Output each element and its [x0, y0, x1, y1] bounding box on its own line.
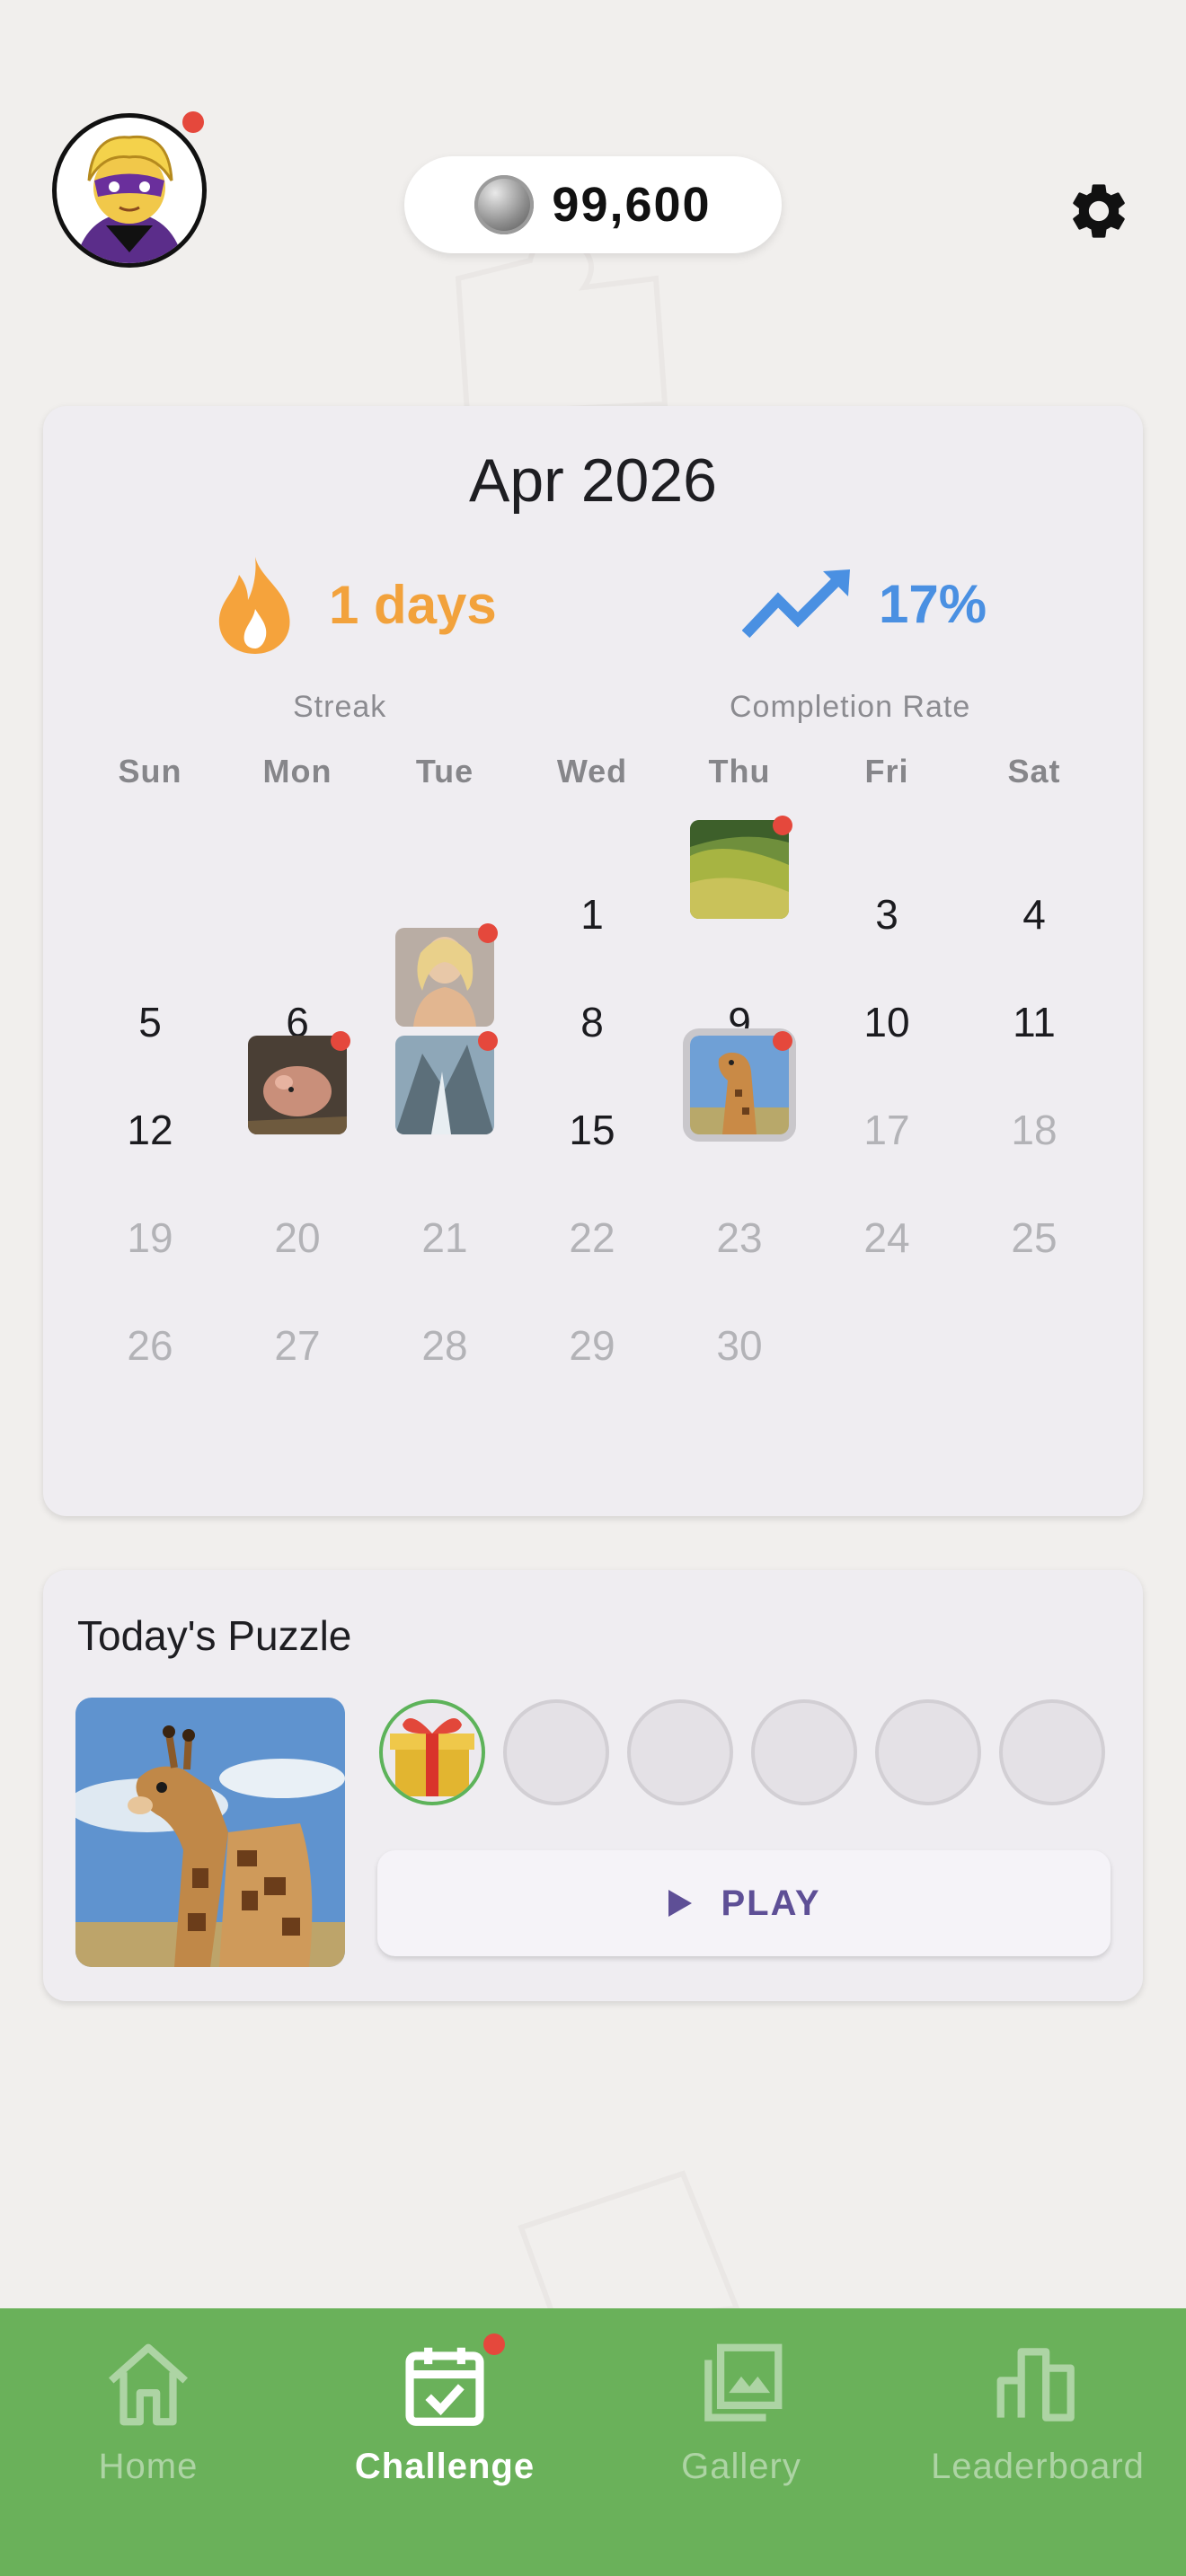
completed-badge — [478, 923, 498, 943]
calendar-day: 28 — [421, 1322, 468, 1369]
streak-stat: 1 days — [208, 553, 497, 656]
calendar-day: 17 — [863, 1107, 910, 1153]
calendar-day: 30 — [716, 1322, 763, 1369]
calendar-day: 18 — [1011, 1107, 1058, 1153]
streak-value: 1 days — [329, 574, 497, 635]
puzzle-thumbnail-day-16[interactable] — [683, 1028, 796, 1142]
puzzle-thumbnail-day-13[interactable] — [248, 1036, 347, 1134]
bottom-navigation: Home Challenge Gallery Leaderboard — [0, 2308, 1186, 2576]
completed-badge — [478, 1031, 498, 1051]
weekday-label: Fri — [864, 753, 909, 790]
weekday-label: Thu — [708, 753, 771, 790]
weekday-label: Tue — [415, 753, 474, 790]
weekday-label: Mon — [262, 753, 332, 790]
flame-icon — [218, 557, 290, 654]
calendar-card: Apr 2026 1 days Streak 17% Completion Ra… — [43, 406, 1143, 1516]
nav-label: Home — [98, 2447, 199, 2486]
notification-dot — [483, 2333, 505, 2355]
coin-balance[interactable]: 99,600 — [404, 156, 782, 253]
calendar-check-icon — [405, 2347, 484, 2426]
calendar-day: 19 — [127, 1214, 173, 1261]
streak-label: Streak — [293, 690, 387, 724]
calendar-day: 29 — [569, 1322, 615, 1369]
completion-stat: 17% — [742, 568, 987, 640]
calendar-day: 20 — [274, 1214, 321, 1261]
calendar-day: 23 — [716, 1214, 763, 1261]
nav-leaderboard[interactable]: Leaderboard — [890, 2335, 1186, 2487]
nav-home[interactable]: Home — [0, 2335, 296, 2487]
todays-puzzle-card: Today's Puzzle PLAY — [43, 1570, 1143, 2001]
calendar-day: 27 — [274, 1322, 321, 1369]
nav-label: Gallery — [681, 2447, 801, 2486]
calendar-day: 22 — [569, 1214, 615, 1261]
calendar-day: 21 — [421, 1214, 468, 1261]
calendar-day: 25 — [1011, 1214, 1058, 1261]
notification-dot — [182, 111, 204, 133]
play-button-label: PLAY — [721, 1883, 821, 1923]
coin-icon — [474, 175, 535, 234]
todays-puzzle-title: Today's Puzzle — [77, 1612, 352, 1659]
puzzle-thumbnail-day-2[interactable] — [690, 820, 789, 919]
calendar-day[interactable]: 10 — [813, 974, 960, 1071]
calendar-day: 26 — [127, 1322, 173, 1369]
calendar-day[interactable]: 5 — [76, 974, 224, 1071]
progress-step — [999, 1699, 1105, 1805]
weekday-label: Sat — [1007, 753, 1061, 790]
completion-value: 17% — [879, 573, 987, 634]
profile-avatar[interactable] — [52, 113, 207, 268]
progress-step — [875, 1699, 981, 1805]
calendar-day[interactable]: 12 — [76, 1081, 224, 1178]
nav-gallery[interactable]: Gallery — [593, 2335, 890, 2487]
progress-step — [751, 1699, 857, 1805]
trend-up-icon — [742, 569, 850, 639]
gift-icon — [390, 1717, 474, 1796]
gear-icon[interactable] — [1066, 178, 1132, 244]
puzzle-thumbnail-day-7[interactable] — [395, 928, 494, 1027]
nav-label: Challenge — [354, 2447, 535, 2486]
completed-badge — [331, 1031, 350, 1051]
home-icon — [109, 2343, 188, 2426]
completion-label: Completion Rate — [730, 690, 971, 724]
calendar-day[interactable]: 8 — [518, 974, 666, 1071]
gallery-icon — [704, 2343, 783, 2422]
coin-value: 99,600 — [552, 178, 712, 232]
play-button[interactable]: PLAY — [377, 1850, 1111, 1956]
calendar-day: 24 — [863, 1214, 910, 1261]
puzzle-thumbnail-day-14[interactable] — [395, 1036, 494, 1134]
calendar-day[interactable]: 11 — [960, 974, 1108, 1071]
month-label: Apr 2026 — [469, 446, 717, 515]
completed-badge — [773, 1031, 792, 1051]
background-puzzle-piece — [455, 234, 668, 417]
nav-label: Leaderboard — [931, 2447, 1145, 2486]
calendar-day[interactable]: 1 — [518, 866, 666, 963]
play-icon — [668, 1890, 693, 1917]
progress-step-reward — [379, 1699, 485, 1805]
weekday-label: Sun — [118, 753, 182, 790]
leaderboard-icon — [996, 2348, 1075, 2422]
masked-hero-avatar-icon — [75, 135, 184, 263]
calendar-day[interactable]: 4 — [960, 866, 1108, 963]
weekday-label: Wed — [556, 753, 628, 790]
progress-step — [503, 1699, 609, 1805]
calendar-day[interactable]: 15 — [518, 1081, 666, 1178]
nav-challenge[interactable]: Challenge — [296, 2335, 593, 2487]
todays-puzzle-image[interactable] — [75, 1698, 345, 1967]
progress-step — [627, 1699, 733, 1805]
completed-badge — [773, 816, 792, 835]
calendar-day[interactable]: 3 — [813, 866, 960, 963]
